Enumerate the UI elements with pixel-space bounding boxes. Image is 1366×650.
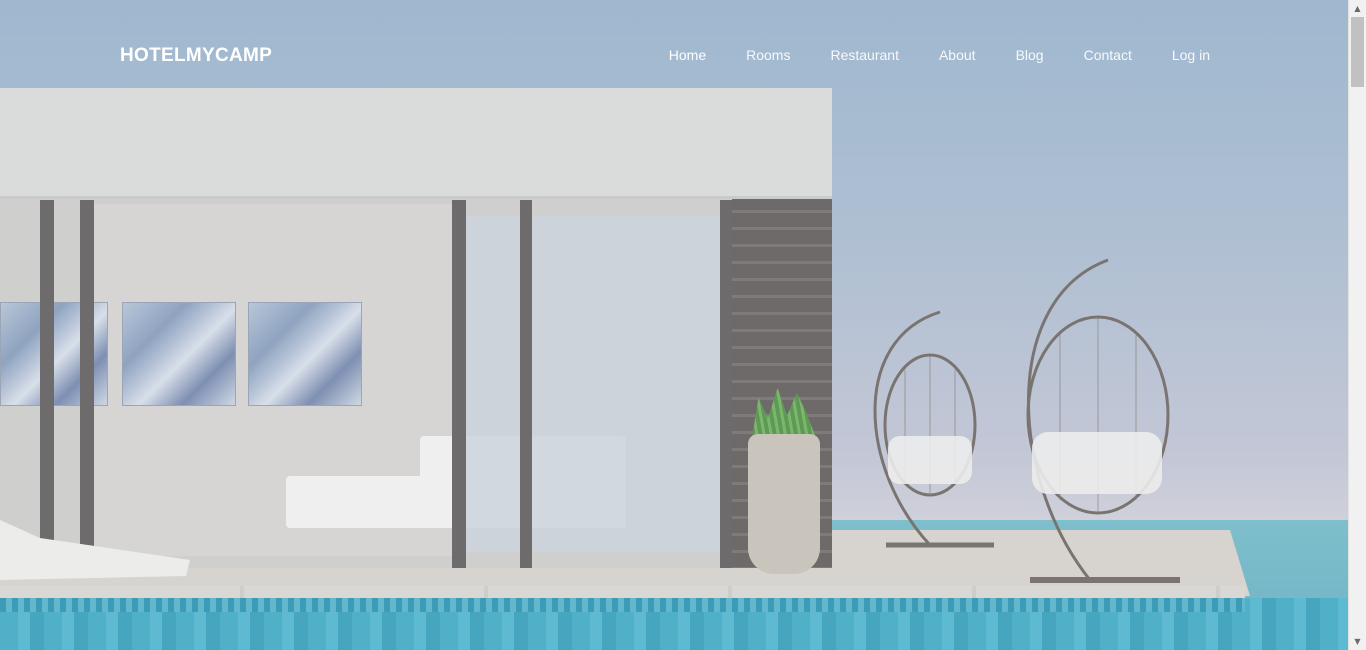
scrollbar-thumb[interactable] — [1351, 17, 1364, 87]
pool-tiles — [0, 598, 1245, 612]
nav-rooms[interactable]: Rooms — [746, 47, 790, 63]
brand-logo[interactable]: HOTELMYCAMP — [120, 45, 272, 67]
main-nav: Home Rooms Restaurant About Blog Contact… — [629, 47, 1210, 63]
nav-home[interactable]: Home — [669, 47, 706, 63]
vertical-scrollbar[interactable]: ▲ ▼ — [1348, 0, 1366, 650]
top-navbar: HOTELMYCAMP Home Rooms Restaurant About … — [0, 0, 1349, 112]
nav-contact[interactable]: Contact — [1084, 47, 1132, 63]
nav-login[interactable]: Log in — [1172, 47, 1210, 63]
scroll-up-icon[interactable]: ▲ — [1349, 0, 1366, 17]
scroll-down-icon[interactable]: ▼ — [1349, 633, 1366, 650]
nav-about[interactable]: About — [939, 47, 976, 63]
nav-blog[interactable]: Blog — [1016, 47, 1044, 63]
nav-restaurant[interactable]: Restaurant — [830, 47, 898, 63]
